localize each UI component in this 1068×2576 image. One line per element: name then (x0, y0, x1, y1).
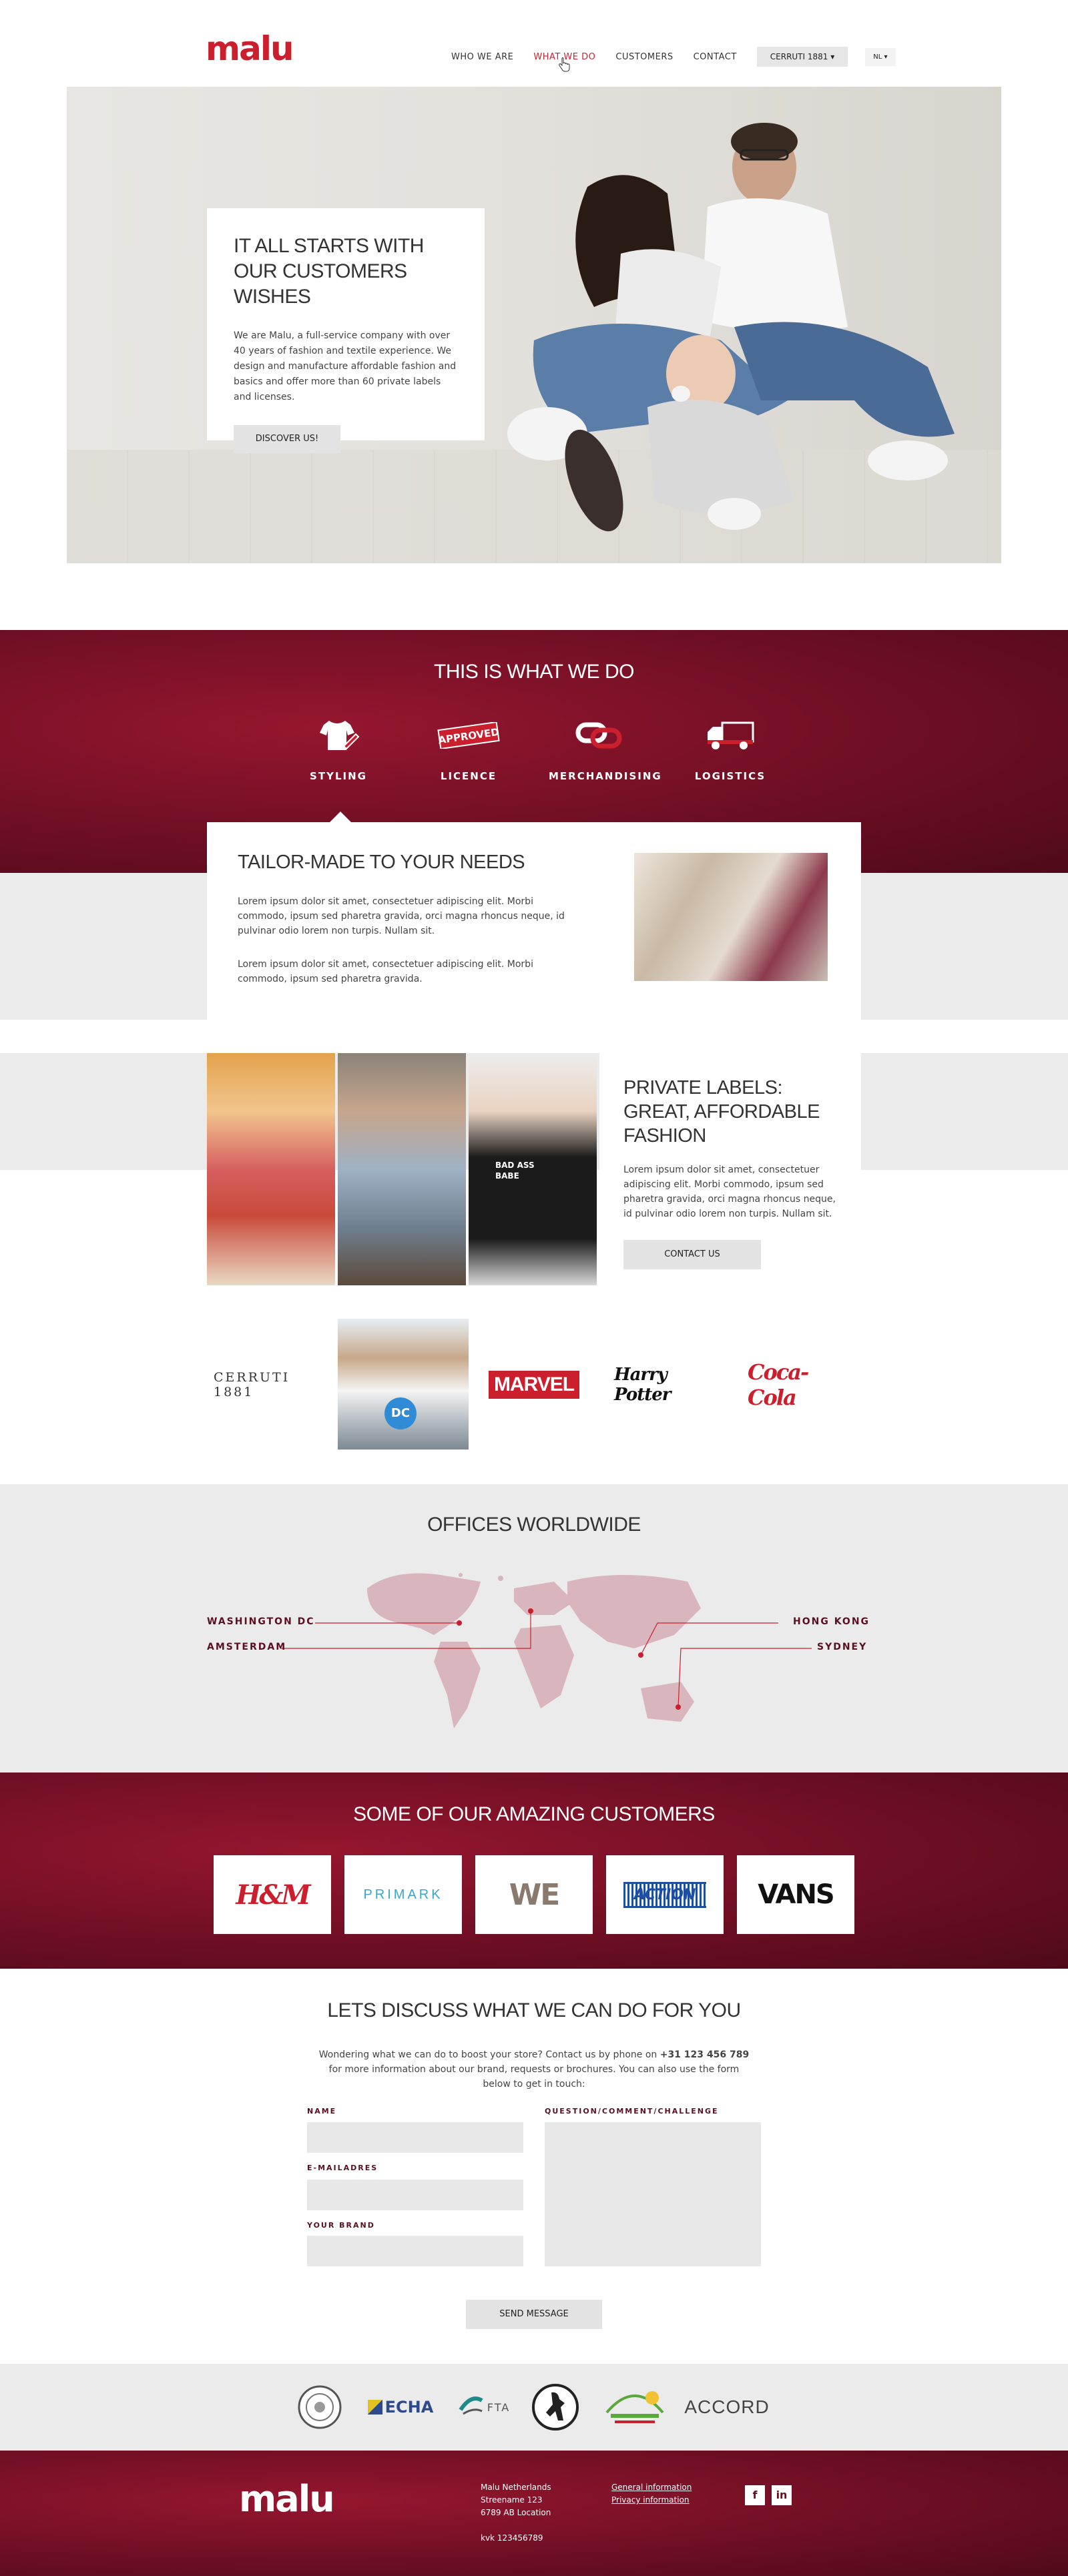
send-message-button[interactable]: SEND MESSAGE (466, 2300, 602, 2329)
office-sydney: SYDNEY (817, 1642, 868, 1652)
office-hong-kong: HONG KONG (793, 1616, 870, 1627)
question-textarea[interactable] (545, 2122, 761, 2266)
contact-title: LETS DISCUSS WHAT WE CAN DO FOR YOU (327, 1999, 741, 2021)
office-lines (280, 1608, 812, 1710)
fta-logo: FTA (454, 2382, 514, 2432)
iso-seal-icon (296, 2382, 343, 2432)
private-labels-title: PRIVATE LABELS: GREAT, AFFORDABLE FASHIO… (623, 1077, 820, 1147)
linkedin-icon[interactable]: in (772, 2485, 792, 2505)
chain-link-icon (575, 722, 622, 749)
discover-button[interactable]: DISCOVER US! (234, 425, 340, 453)
facebook-icon[interactable]: f (745, 2485, 765, 2505)
active-service-pointer (330, 812, 351, 822)
customer-action: ACTION (606, 1855, 724, 1934)
logo[interactable]: malu (206, 32, 294, 65)
privacy-information-link[interactable]: Privacy information (611, 2494, 692, 2507)
footer-address: Malu Netherlands Streename 123 6789 AB L… (481, 2481, 551, 2545)
office-washington: WASHINGTON DC (207, 1616, 315, 1627)
photo-woman-hat (207, 1053, 335, 1285)
echa-logo: ECHA (360, 2382, 441, 2432)
main-nav: WHO WE ARE WHAT WE DO CUSTOMERS CONTACT … (451, 47, 896, 67)
tailor-paragraph-1: Lorem ipsum dolor sit amet, consectetuer… (238, 896, 565, 936)
kid-shirt-text: BAD ASS BABE (495, 1161, 535, 1181)
contact-phone[interactable]: +31 123 456 789 (660, 2049, 750, 2060)
accord-logo: ACCORD (684, 2396, 770, 2417)
offices-title: OFFICES WORLDWIDE (427, 1514, 641, 1536)
language-select[interactable]: NL ▾ (865, 47, 896, 66)
customer-we: WE (475, 1855, 593, 1934)
brand-select[interactable]: CERRUTI 1881 ▾ (756, 47, 848, 67)
brand-coca-cola: Coca-Cola (748, 1359, 809, 1410)
email-label: E-MAILADRES (307, 2164, 378, 2172)
footer-links: General information Privacy information (611, 2481, 692, 2507)
photo-man-hat (338, 1053, 466, 1285)
name-input[interactable] (307, 2122, 523, 2153)
contact-text: Wondering what we can do to boost your s… (318, 2049, 750, 2089)
service-licence[interactable]: APPROVED LICENCE (419, 715, 519, 782)
what-we-do-title: THIS IS WHAT WE DO (434, 661, 634, 683)
brand-harry-potter: Harry Potter (614, 1365, 671, 1405)
general-information-link[interactable]: General information (611, 2481, 692, 2494)
truck-icon (708, 721, 754, 749)
brand-cerruti: CERRUTI 1881 (214, 1370, 290, 1399)
name-label: NAME (307, 2107, 337, 2116)
photo-kid-sunglasses: BAD ASS BABE (469, 1053, 597, 1285)
question-label: QUESTION/COMMENT/CHALLENGE (545, 2107, 719, 2116)
service-styling[interactable]: STYLING (288, 715, 388, 782)
tailor-card: TAILOR-MADE TO YOUR NEEDS Lorem ipsum do… (207, 822, 861, 1020)
footer-kvk: kvk 123456789 (481, 2533, 543, 2543)
service-logistics[interactable]: LOGISTICS (680, 715, 780, 782)
footer-logo[interactable]: malu (239, 2481, 335, 2517)
email-input[interactable] (307, 2180, 523, 2210)
brand-input[interactable] (307, 2236, 523, 2266)
service-merchandising[interactable]: MERCHANDISING (549, 715, 661, 782)
customer-vans: VANS (737, 1855, 854, 1934)
detox-logo (598, 2382, 672, 2432)
hand-cursor-icon (559, 57, 570, 72)
brand-marvel: MARVEL (488, 1368, 580, 1401)
customer-hm: H&M (214, 1855, 331, 1934)
office-amsterdam: AMSTERDAM (207, 1642, 287, 1652)
dc-logo: DC (384, 1397, 417, 1429)
nav-contact[interactable]: CONTACT (694, 52, 737, 62)
tailor-image (634, 853, 828, 981)
hero-text: We are Malu, a full-service company with… (234, 330, 457, 402)
tshirt-pencil-icon (320, 721, 360, 750)
contact-us-button[interactable]: CONTACT US (623, 1240, 761, 1269)
tailor-paragraph-2: Lorem ipsum dolor sit amet, consectetuer… (238, 959, 533, 984)
approved-stamp-icon: APPROVED (437, 722, 500, 749)
nav-who-we-are[interactable]: WHO WE ARE (451, 52, 513, 62)
nav-customers[interactable]: CUSTOMERS (615, 52, 673, 62)
brand-label: YOUR BRAND (307, 2221, 375, 2230)
photo-dc-shirt: DC (338, 1319, 469, 1450)
private-labels-card: PRIVATE LABELS: GREAT, AFFORDABLE FASHIO… (599, 1053, 861, 1285)
customer-primark: PRIMARK (344, 1855, 462, 1934)
customers-title: SOME OF OUR AMAZING CUSTOMERS (353, 1803, 715, 1825)
tailor-title: TAILOR-MADE TO YOUR NEEDS (238, 852, 525, 873)
hero-card: IT ALL STARTS WITH OUR CUSTOMERS WISHES … (207, 208, 485, 453)
climbing-figure-logo (529, 2382, 582, 2432)
private-labels-text: Lorem ipsum dolor sit amet, consectetuer… (623, 1165, 836, 1219)
hero-title: IT ALL STARTS WITH OUR CUSTOMERS WISHES (234, 235, 424, 308)
